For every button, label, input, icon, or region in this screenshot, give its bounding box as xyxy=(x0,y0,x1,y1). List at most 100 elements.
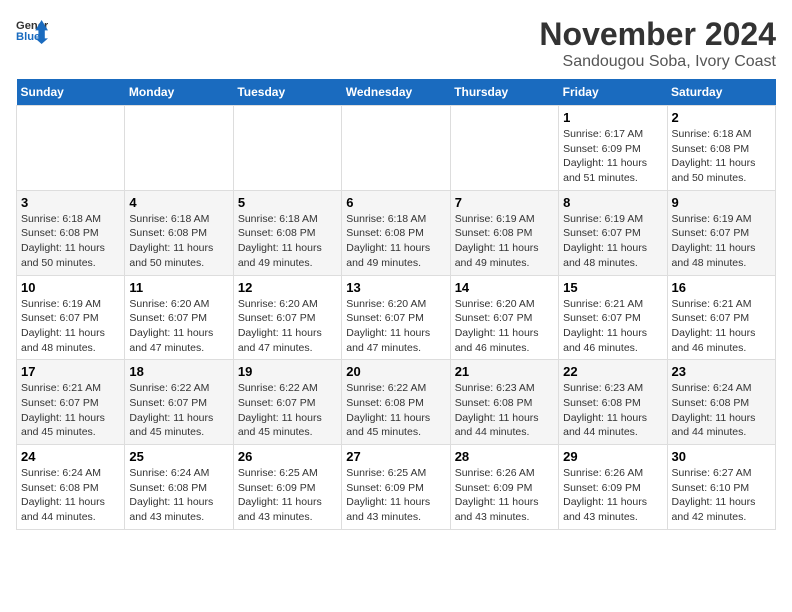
day-cell: 27 Sunrise: 6:25 AM Sunset: 6:09 PM Dayli… xyxy=(342,445,450,530)
day-cell: 8 Sunrise: 6:19 AM Sunset: 6:07 PM Daylig… xyxy=(559,190,667,275)
day-cell: 30Sunrise: 6:27 AM Sunset: 6:10 PM Dayli… xyxy=(667,445,775,530)
week-row-5: 24 Sunrise: 6:24 AM Sunset: 6:08 PM Dayli… xyxy=(17,445,776,530)
col-header-friday: Friday xyxy=(559,79,667,106)
day-info: Sunrise: 6:18 AM Sunset: 6:08 PM Dayligh… xyxy=(129,212,228,271)
day-number: 11 xyxy=(129,280,228,295)
logo-icon: General Blue xyxy=(16,16,48,44)
col-header-saturday: Saturday xyxy=(667,79,775,106)
day-number: 14 xyxy=(455,280,554,295)
day-info: Sunrise: 6:17 AM Sunset: 6:09 PM Dayligh… xyxy=(563,127,662,186)
day-info: Sunrise: 6:26 AM Sunset: 6:09 PM Dayligh… xyxy=(563,466,662,525)
day-cell xyxy=(17,106,125,191)
day-number: 16 xyxy=(672,280,771,295)
day-number: 17 xyxy=(21,364,120,379)
day-info: Sunrise: 6:20 AM Sunset: 6:07 PM Dayligh… xyxy=(129,297,228,356)
day-number: 4 xyxy=(129,195,228,210)
header: General Blue November 2024 Sandougou Sob… xyxy=(16,16,776,71)
day-info: Sunrise: 6:21 AM Sunset: 6:07 PM Dayligh… xyxy=(672,297,771,356)
day-cell: 21 Sunrise: 6:23 AM Sunset: 6:08 PM Dayli… xyxy=(450,360,558,445)
day-cell: 1 Sunrise: 6:17 AM Sunset: 6:09 PM Daylig… xyxy=(559,106,667,191)
day-cell: 29 Sunrise: 6:26 AM Sunset: 6:09 PM Dayli… xyxy=(559,445,667,530)
day-cell: 2 Sunrise: 6:18 AM Sunset: 6:08 PM Daylig… xyxy=(667,106,775,191)
day-cell: 12Sunrise: 6:20 AM Sunset: 6:07 PM Dayli… xyxy=(233,275,341,360)
day-info: Sunrise: 6:22 AM Sunset: 6:07 PM Dayligh… xyxy=(129,381,228,440)
day-cell: 20 Sunrise: 6:22 AM Sunset: 6:08 PM Dayli… xyxy=(342,360,450,445)
day-info: Sunrise: 6:22 AM Sunset: 6:07 PM Dayligh… xyxy=(238,381,337,440)
day-info: Sunrise: 6:21 AM Sunset: 6:07 PM Dayligh… xyxy=(21,381,120,440)
day-info: Sunrise: 6:23 AM Sunset: 6:08 PM Dayligh… xyxy=(563,381,662,440)
day-info: Sunrise: 6:20 AM Sunset: 6:07 PM Dayligh… xyxy=(346,297,445,356)
week-row-1: 1 Sunrise: 6:17 AM Sunset: 6:09 PM Daylig… xyxy=(17,106,776,191)
main-title: November 2024 xyxy=(539,16,776,53)
day-cell xyxy=(233,106,341,191)
day-info: Sunrise: 6:24 AM Sunset: 6:08 PM Dayligh… xyxy=(129,466,228,525)
day-number: 18 xyxy=(129,364,228,379)
day-cell: 26 Sunrise: 6:25 AM Sunset: 6:09 PM Dayli… xyxy=(233,445,341,530)
col-header-monday: Monday xyxy=(125,79,233,106)
day-number: 25 xyxy=(129,449,228,464)
day-number: 24 xyxy=(21,449,120,464)
day-number: 26 xyxy=(238,449,337,464)
day-cell xyxy=(342,106,450,191)
calendar-table: SundayMondayTuesdayWednesdayThursdayFrid… xyxy=(16,79,776,530)
day-number: 12 xyxy=(238,280,337,295)
day-info: Sunrise: 6:19 AM Sunset: 6:08 PM Dayligh… xyxy=(455,212,554,271)
day-cell xyxy=(450,106,558,191)
day-cell: 11 Sunrise: 6:20 AM Sunset: 6:07 PM Dayli… xyxy=(125,275,233,360)
day-number: 23 xyxy=(672,364,771,379)
day-cell: 19 Sunrise: 6:22 AM Sunset: 6:07 PM Dayli… xyxy=(233,360,341,445)
day-info: Sunrise: 6:19 AM Sunset: 6:07 PM Dayligh… xyxy=(563,212,662,271)
day-cell: 9 Sunrise: 6:19 AM Sunset: 6:07 PM Daylig… xyxy=(667,190,775,275)
col-header-wednesday: Wednesday xyxy=(342,79,450,106)
day-number: 3 xyxy=(21,195,120,210)
day-cell: 16 Sunrise: 6:21 AM Sunset: 6:07 PM Dayli… xyxy=(667,275,775,360)
logo: General Blue xyxy=(16,16,48,44)
day-cell: 28Sunrise: 6:26 AM Sunset: 6:09 PM Dayli… xyxy=(450,445,558,530)
day-info: Sunrise: 6:19 AM Sunset: 6:07 PM Dayligh… xyxy=(21,297,120,356)
day-cell: 3 Sunrise: 6:18 AM Sunset: 6:08 PM Daylig… xyxy=(17,190,125,275)
day-cell xyxy=(125,106,233,191)
day-cell: 6Sunrise: 6:18 AM Sunset: 6:08 PM Daylig… xyxy=(342,190,450,275)
day-cell: 17 Sunrise: 6:21 AM Sunset: 6:07 PM Dayli… xyxy=(17,360,125,445)
day-number: 8 xyxy=(563,195,662,210)
day-number: 29 xyxy=(563,449,662,464)
svg-text:Blue: Blue xyxy=(16,31,40,43)
day-number: 20 xyxy=(346,364,445,379)
day-cell: 18 Sunrise: 6:22 AM Sunset: 6:07 PM Dayli… xyxy=(125,360,233,445)
day-cell: 13Sunrise: 6:20 AM Sunset: 6:07 PM Dayli… xyxy=(342,275,450,360)
day-number: 27 xyxy=(346,449,445,464)
day-number: 21 xyxy=(455,364,554,379)
day-number: 22 xyxy=(563,364,662,379)
day-info: Sunrise: 6:24 AM Sunset: 6:08 PM Dayligh… xyxy=(21,466,120,525)
day-number: 5 xyxy=(238,195,337,210)
week-row-2: 3 Sunrise: 6:18 AM Sunset: 6:08 PM Daylig… xyxy=(17,190,776,275)
day-info: Sunrise: 6:19 AM Sunset: 6:07 PM Dayligh… xyxy=(672,212,771,271)
week-row-3: 10 Sunrise: 6:19 AM Sunset: 6:07 PM Dayli… xyxy=(17,275,776,360)
col-header-tuesday: Tuesday xyxy=(233,79,341,106)
day-cell: 5Sunrise: 6:18 AM Sunset: 6:08 PM Daylig… xyxy=(233,190,341,275)
day-info: Sunrise: 6:25 AM Sunset: 6:09 PM Dayligh… xyxy=(346,466,445,525)
day-info: Sunrise: 6:20 AM Sunset: 6:07 PM Dayligh… xyxy=(455,297,554,356)
day-info: Sunrise: 6:25 AM Sunset: 6:09 PM Dayligh… xyxy=(238,466,337,525)
week-row-4: 17 Sunrise: 6:21 AM Sunset: 6:07 PM Dayli… xyxy=(17,360,776,445)
day-number: 7 xyxy=(455,195,554,210)
day-number: 19 xyxy=(238,364,337,379)
day-number: 30 xyxy=(672,449,771,464)
day-number: 1 xyxy=(563,110,662,125)
day-cell: 24 Sunrise: 6:24 AM Sunset: 6:08 PM Dayli… xyxy=(17,445,125,530)
day-info: Sunrise: 6:18 AM Sunset: 6:08 PM Dayligh… xyxy=(346,212,445,271)
day-number: 10 xyxy=(21,280,120,295)
col-header-thursday: Thursday xyxy=(450,79,558,106)
day-cell: 4 Sunrise: 6:18 AM Sunset: 6:08 PM Daylig… xyxy=(125,190,233,275)
day-info: Sunrise: 6:21 AM Sunset: 6:07 PM Dayligh… xyxy=(563,297,662,356)
day-info: Sunrise: 6:18 AM Sunset: 6:08 PM Dayligh… xyxy=(21,212,120,271)
subtitle: Sandougou Soba, Ivory Coast xyxy=(539,53,776,71)
day-number: 9 xyxy=(672,195,771,210)
day-info: Sunrise: 6:22 AM Sunset: 6:08 PM Dayligh… xyxy=(346,381,445,440)
day-cell: 7 Sunrise: 6:19 AM Sunset: 6:08 PM Daylig… xyxy=(450,190,558,275)
day-cell: 23Sunrise: 6:24 AM Sunset: 6:08 PM Dayli… xyxy=(667,360,775,445)
day-number: 2 xyxy=(672,110,771,125)
day-info: Sunrise: 6:18 AM Sunset: 6:08 PM Dayligh… xyxy=(672,127,771,186)
day-info: Sunrise: 6:23 AM Sunset: 6:08 PM Dayligh… xyxy=(455,381,554,440)
day-number: 15 xyxy=(563,280,662,295)
